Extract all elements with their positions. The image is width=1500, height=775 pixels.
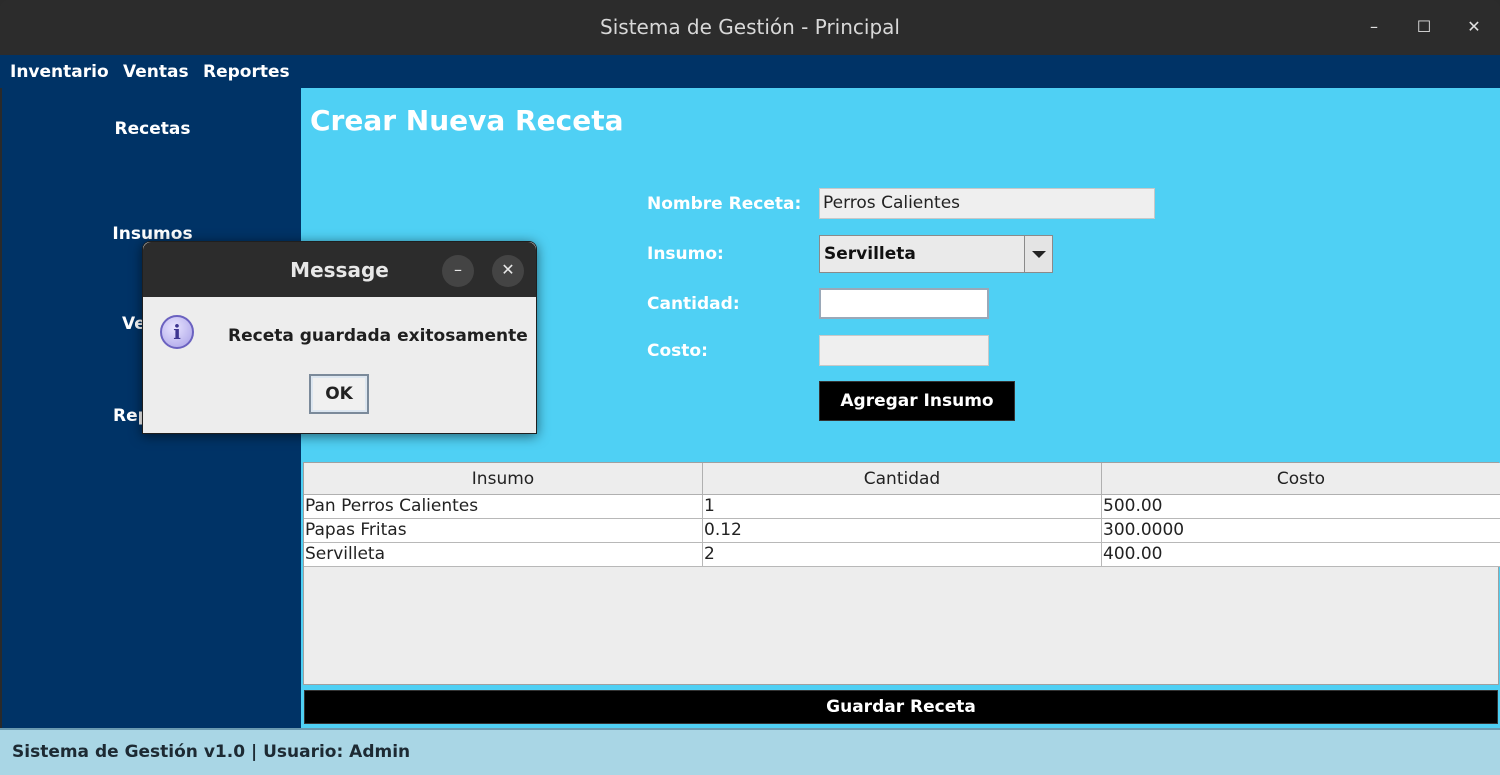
- chevron-down-icon: [1032, 251, 1046, 258]
- minimize-icon[interactable]: –: [1360, 13, 1388, 41]
- insumo-label: Insumo:: [647, 244, 724, 264]
- table-cell: 0.12: [703, 519, 1102, 543]
- dialog-message: Receta guardada exitosamente: [228, 326, 528, 346]
- info-icon: i: [160, 315, 194, 349]
- menu-reportes[interactable]: Reportes: [203, 62, 290, 82]
- insumos-table: Insumo Cantidad Costo Pan Perros Calient…: [303, 462, 1500, 685]
- table-cell: 1: [703, 495, 1102, 519]
- dialog-minimize-icon[interactable]: –: [442, 255, 474, 287]
- costo-label: Costo:: [647, 341, 708, 361]
- dialog-title: Message: [290, 258, 389, 282]
- ok-button[interactable]: OK: [309, 374, 369, 414]
- save-recipe-button[interactable]: Guardar Receta: [304, 690, 1498, 724]
- column-header-cantidad[interactable]: Cantidad: [703, 463, 1102, 495]
- table-row[interactable]: Papas Fritas 0.12 300.0000: [304, 519, 1500, 543]
- window-title: Sistema de Gestión - Principal: [600, 15, 900, 39]
- dialog-titlebar[interactable]: Message – ✕: [143, 242, 536, 297]
- cantidad-label: Cantidad:: [647, 294, 740, 314]
- column-header-costo[interactable]: Costo: [1102, 463, 1500, 495]
- menu-ventas[interactable]: Ventas: [123, 62, 189, 82]
- costo-field[interactable]: [819, 335, 989, 366]
- status-text: Sistema de Gestión v1.0 | Usuario: Admin: [12, 742, 411, 762]
- nombre-receta-label: Nombre Receta:: [647, 194, 802, 214]
- table-cell: 300.0000: [1103, 520, 1185, 540]
- nombre-receta-field[interactable]: Perros Calientes: [819, 188, 1155, 219]
- column-header-insumo[interactable]: Insumo: [304, 463, 703, 495]
- table-cell: 400.00: [1103, 544, 1163, 564]
- table-cell: 2: [703, 543, 1102, 567]
- table-cell: Servilleta: [304, 543, 703, 567]
- dropdown-button[interactable]: [1024, 236, 1052, 272]
- insumo-select[interactable]: Servilleta: [819, 235, 1053, 273]
- status-bar: Sistema de Gestión v1.0 | Usuario: Admin: [0, 728, 1500, 775]
- cantidad-field[interactable]: [819, 288, 989, 319]
- table-cell: 500.00: [1103, 496, 1163, 516]
- table-row[interactable]: Servilleta 2 400.00: [304, 543, 1500, 567]
- sidebar-item-recetas[interactable]: Recetas: [2, 119, 303, 139]
- insumo-selected-value: Servilleta: [824, 244, 916, 264]
- maximize-icon[interactable]: ☐: [1410, 13, 1438, 41]
- table-row[interactable]: Pan Perros Calientes 1 500.00: [304, 495, 1500, 519]
- table-cell: Papas Fritas: [304, 519, 703, 543]
- message-dialog[interactable]: Message – ✕ i Receta guardada exitosamen…: [142, 241, 537, 434]
- menu-inventario[interactable]: Inventario: [10, 62, 109, 82]
- menu-bar: Inventario Ventas Reportes: [0, 55, 1500, 88]
- dialog-close-icon[interactable]: ✕: [492, 255, 524, 287]
- add-insumo-button[interactable]: Agregar Insumo: [819, 381, 1015, 421]
- table-header: Insumo Cantidad Costo: [304, 463, 1500, 495]
- page-title: Crear Nueva Receta: [310, 104, 624, 137]
- close-icon[interactable]: ✕: [1460, 13, 1488, 41]
- table-cell: Pan Perros Calientes: [304, 495, 703, 519]
- window-titlebar[interactable]: Sistema de Gestión - Principal – ☐ ✕: [0, 0, 1500, 55]
